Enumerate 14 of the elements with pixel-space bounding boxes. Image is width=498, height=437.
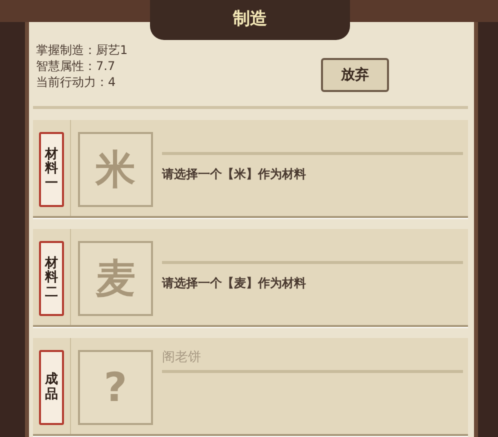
slot-card[interactable]: 材料二 麦 请选择一个【麦】作为材料 [33, 229, 468, 327]
info-text: 智慧属性：7.7 [36, 58, 116, 74]
slot-card[interactable]: 成品 ? 阁老饼 [33, 338, 468, 436]
abandon-button[interactable]: 放弃 [321, 58, 389, 92]
slot-card[interactable]: 材料一 米 请选择一个【米】作为材料 [33, 120, 468, 218]
info-text: 当前行动力：4 [36, 74, 116, 90]
product-name: 阁老饼 [162, 349, 201, 367]
slot-tag: 材料二 [39, 241, 64, 316]
info-text: 掌握制造：厨艺1 [36, 42, 128, 58]
prompt-text: 请选择一个【米】作为材料 [162, 166, 306, 183]
slot-tag: 成品 [39, 350, 64, 425]
window-title: 制造 [150, 0, 350, 40]
slot-tag: 材料一 [39, 132, 64, 207]
prompt-text: 请选择一个【麦】作为材料 [162, 275, 306, 292]
